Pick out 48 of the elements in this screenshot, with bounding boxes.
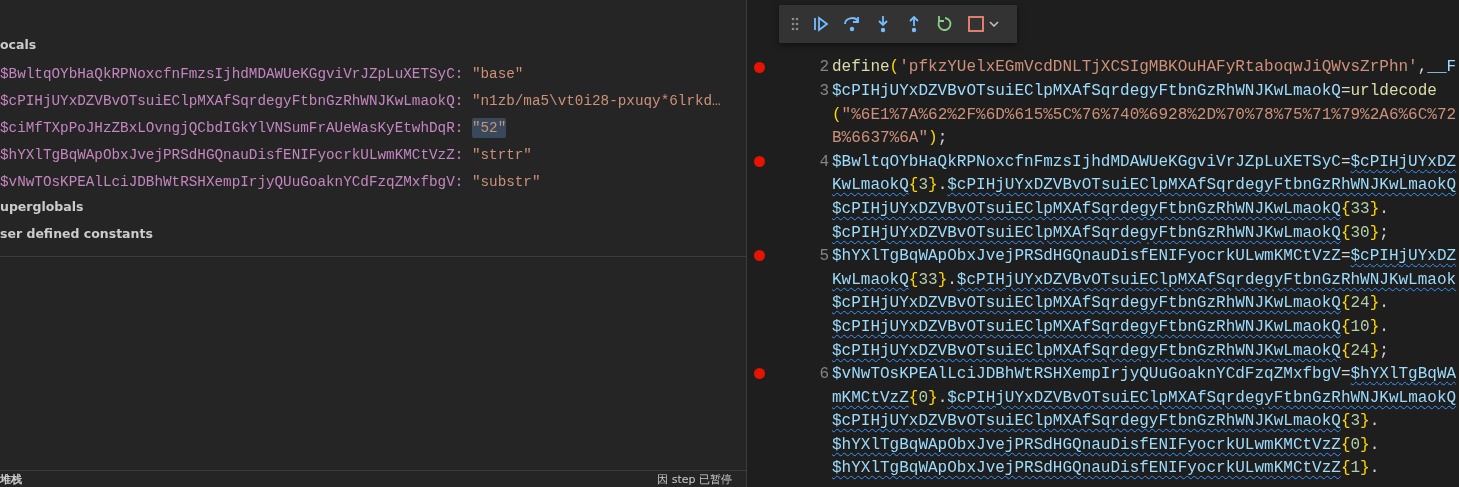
pause-status: 因 step 已暂停 [657, 471, 732, 487]
scope-header[interactable]: uperglobals [0, 195, 84, 222]
line-number: 4 [819, 152, 829, 171]
code-line: mKMCtVzZ{0}.$cPIHjUYxDZVBvOTsuiEClpMXAfSqrdegyFtbnGzRhWNJKwLmaokQ [832, 388, 1457, 407]
code-line: $BwltqOYbHaQkRPNoxcfnFmzsIjhdMDAWUeKGgviVrJZpLuXETSyC=$cPIHjUYxDZ [832, 152, 1457, 171]
scope-header[interactable]: ser defined constants [0, 222, 153, 249]
scope-header[interactable]: ocals [0, 33, 37, 60]
code-line: KwLmaokQ{33}.$cPIHjUYxDZVBvOTsuiEClpMXAfSqrdegyFtbnGzRhWNJKwLmaok [832, 270, 1457, 289]
breakpoint-icon[interactable] [754, 250, 765, 262]
code-line: $cPIHjUYxDZVBvOTsuiEClpMXAfSqrdegyFtbnGzRhWNJKwLmaokQ{33}. [832, 199, 1389, 218]
step-over-icon[interactable] [843, 15, 861, 33]
caret-icon[interactable] [989, 21, 999, 27]
line-number: 6 [819, 365, 829, 384]
code-line: ("%6E1%7A%62%2F%6D%615%5C%76%740%6928%2D%70%78%75%71%79%2A6%6C%72 [832, 105, 1457, 124]
code-line: $vNwTOsKPEAlLciJDBhWtRSHXempIrjyQUuGoaknYCdFzqZMxfbgV=$hYXlTgBqWA [832, 365, 1457, 384]
code-line: $hYXlTgBqWApObxJvejPRSdHGQnauDisfENIFyocrkULwmKMCtVzZ{1}. [832, 459, 1380, 478]
line-number: 5 [819, 247, 829, 266]
stop-icon[interactable] [967, 15, 985, 33]
breakpoint-icon[interactable] [754, 61, 765, 73]
code-line: $hYXlTgBqWApObxJvejPRSdHGQnauDisfENIFyocrkULwmKMCtVzZ=$cPIHjUYxDZ [832, 247, 1457, 266]
continue-icon[interactable] [812, 15, 830, 33]
code-line: $cPIHjUYxDZVBvOTsuiEClpMXAfSqrdegyFtbnGzRhWNJKwLmaokQ{10}. [832, 317, 1389, 336]
breakpoint-icon[interactable] [754, 368, 765, 380]
variable-name: $ciMfTXpPoJHzZBxLOvngjQCbdIGkYlVNSumFrAUeWasKyEtwhDqR: [0, 119, 464, 136]
line-number: 3 [819, 82, 829, 100]
code-line: $cPIHjUYxDZVBvOTsuiEClpMXAfSqrdegyFtbnGzRhWNJKwLmaokQ{24}. [832, 294, 1389, 313]
variable-value[interactable]: "substr" [471, 171, 541, 192]
breakpoint-icon[interactable] [754, 155, 765, 167]
code-line: KwLmaokQ{3}.$cPIHjUYxDZVBvOTsuiEClpMXAfSqrdegyFtbnGzRhWNJKwLmaokQ [832, 176, 1457, 195]
code-line: B%6637%6A"); [832, 129, 948, 148]
code-line: $hYXlTgBqWApObxJvejPRSdHGQnauDisfENIFyocrkULwmKMCtVzZ{0}. [832, 435, 1380, 454]
drag-handle-icon[interactable] [791, 17, 799, 31]
code-line: $cPIHjUYxDZVBvOTsuiEClpMXAfSqrdegyFtbnGzRhWNJKwLmaokQ=urldecode [832, 82, 1437, 100]
variable-name: $BwltqOYbHaQkRPNoxcfnFmzsIjhdMDAWUeKGgviVrJZpLuXETSyC: [0, 65, 464, 82]
variable-value[interactable]: "base" [471, 63, 524, 84]
code-line: define('pfkzYUelxEGmVcdDNLTjXCSIgMBKOuHAFyRtaboqwJiQWvsZrPhn',__F [832, 58, 1457, 77]
variable-name: $vNwTOsKPEAlLciJDBhWtRSHXempIrjyQUuGoaknYCdFzqZMxfbgV: [0, 173, 464, 190]
variable-value[interactable]: "52" [471, 117, 507, 138]
variable-value[interactable]: "strtr" [471, 144, 532, 165]
variable-name: $hYXlTgBqWApObxJvejPRSdHGQnauDisfENIFyocrkULwmKMCtVzZ: [0, 146, 464, 163]
restart-icon[interactable] [936, 15, 954, 33]
panel-title[interactable]: 堆栈 [0, 471, 22, 487]
code-line: $cPIHjUYxDZVBvOTsuiEClpMXAfSqrdegyFtbnGzRhWNJKwLmaokQ{3}. [832, 412, 1380, 431]
code-line: $cPIHjUYxDZVBvOTsuiEClpMXAfSqrdegyFtbnGzRhWNJKwLmaokQ{30}; [832, 223, 1389, 242]
code-line: $cPIHjUYxDZVBvOTsuiEClpMXAfSqrdegyFtbnGzRhWNJKwLmaokQ{24}; [832, 341, 1389, 360]
variable-name: $cPIHjUYxDZVBvOTsuiEClpMXAfSqrdegyFtbnGzRhWNJKwLmaokQ: [0, 92, 464, 109]
line-number: 2 [819, 58, 829, 77]
variable-value[interactable]: "n1zb/ma5\vt0i28-pxuqy*6lrkd… [471, 90, 721, 111]
